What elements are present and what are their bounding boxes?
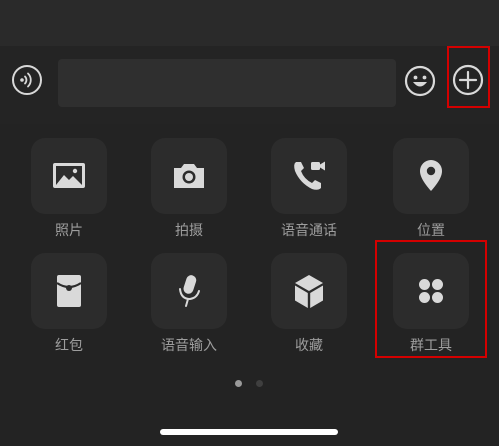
emoji-button[interactable] — [404, 65, 436, 97]
favorites-label: 收藏 — [295, 338, 323, 354]
red-envelope-icon — [56, 275, 82, 307]
home-indicator[interactable] — [160, 429, 338, 435]
red-envelope-label: 红包 — [55, 338, 83, 354]
chat-input-bar — [0, 46, 499, 124]
message-input[interactable] — [58, 59, 396, 107]
camera-label: 拍摄 — [175, 223, 203, 239]
location-button[interactable] — [393, 138, 469, 214]
voice-toggle-button[interactable] — [12, 65, 42, 95]
photo-icon — [53, 163, 85, 188]
microphone-icon — [179, 275, 200, 307]
voice-input-label: 语音输入 — [161, 338, 217, 354]
voice-wave-icon — [20, 72, 32, 88]
more-functions-button[interactable] — [452, 64, 484, 96]
voice-call-icon — [294, 161, 325, 190]
pager-dot-2[interactable] — [256, 380, 263, 387]
voice-call-button[interactable] — [271, 138, 347, 214]
smiley-icon — [404, 65, 436, 97]
group-tools-highlight-box — [375, 240, 487, 358]
photo-label: 照片 — [55, 223, 83, 239]
favorites-button[interactable] — [271, 253, 347, 329]
voice-call-label: 语音通话 — [281, 223, 337, 239]
red-envelope-button[interactable] — [31, 253, 107, 329]
location-label: 位置 — [417, 223, 445, 239]
voice-input-button[interactable] — [151, 253, 227, 329]
favorites-cube-icon — [295, 275, 323, 308]
chat-screen: 照片 拍摄 语音通话 位置 红包 语音输入 收藏 群工具 — [0, 0, 499, 446]
location-pin-icon — [420, 160, 442, 191]
plus-circle-icon — [452, 64, 484, 96]
photo-button[interactable] — [31, 138, 107, 214]
camera-icon — [174, 164, 204, 188]
pager-dot-1[interactable] — [235, 380, 242, 387]
chat-history-area — [0, 0, 499, 47]
camera-button[interactable] — [151, 138, 227, 214]
